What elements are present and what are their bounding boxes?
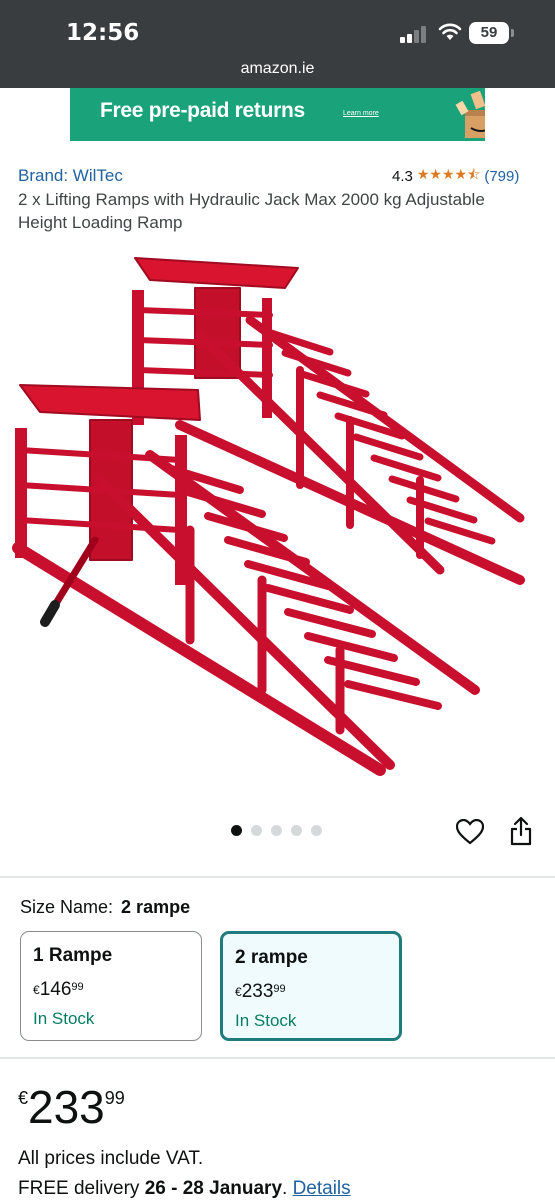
option-name: 2 rampe [235,947,308,968]
banner-learn-more-link[interactable]: Learn more [343,110,379,117]
battery-nub [511,29,514,37]
url-bar[interactable]: amazon.ie [0,60,555,78]
promo-banner[interactable]: Free pre-paid returns Learn more [70,88,485,141]
battery-level: 59 [480,24,498,41]
battery-icon: 59 [469,22,509,44]
selected-size: 2 rampe [121,897,191,917]
size-label-text: Size Name: [20,897,114,917]
rating-score: 4.3 [392,167,413,185]
option-price: €23399 [235,981,286,1002]
delivery-info: FREE delivery 26 - 28 January. Details [18,1178,351,1199]
star-rating-icon: ★★★★⯪ [416,166,481,182]
option-name: 1 Rampe [33,945,113,966]
heart-icon[interactable] [456,819,484,845]
banner-text: Free pre-paid returns [100,99,305,122]
cellular-signal-icon [400,25,430,43]
divider [0,1057,555,1059]
option-price: €14699 [33,979,84,1000]
rating-summary[interactable]: 4.3 ★★★★⯪ (799) [392,164,519,188]
image-carousel-dots[interactable] [231,825,322,836]
carousel-dot[interactable] [251,825,262,836]
delivery-details-link[interactable]: Details [293,1178,351,1199]
carousel-dot[interactable] [311,825,322,836]
carousel-dot[interactable] [231,825,242,836]
package-icon [455,90,485,138]
brand-link[interactable]: Brand: WilTec [18,166,123,186]
status-time: 12:56 [66,20,140,46]
delivery-dates: 26 - 28 January [144,1178,283,1199]
rating-count-link[interactable]: (799) [484,168,519,185]
share-icon[interactable] [509,816,533,846]
product-price: €23399 [18,1081,125,1133]
size-name-label: Size Name: 2 rampe [20,897,190,918]
vat-note: All prices include VAT. [18,1148,204,1169]
product-title: 2 x Lifting Ramps with Hydraulic Jack Ma… [18,190,485,232]
divider [0,876,555,878]
wifi-icon [438,23,462,40]
option-stock-status: In Stock [235,1011,297,1030]
status-bar: 12:56 59 amazon.ie [0,0,555,88]
size-option-2-rampe[interactable]: 2 rampe €23399 In Stock [220,931,402,1041]
size-option-1-rampe[interactable]: 1 Rampe €14699 In Stock [20,931,202,1041]
carousel-dot[interactable] [291,825,302,836]
option-stock-status: In Stock [33,1009,95,1028]
product-image[interactable] [0,240,555,800]
carousel-dot[interactable] [271,825,282,836]
